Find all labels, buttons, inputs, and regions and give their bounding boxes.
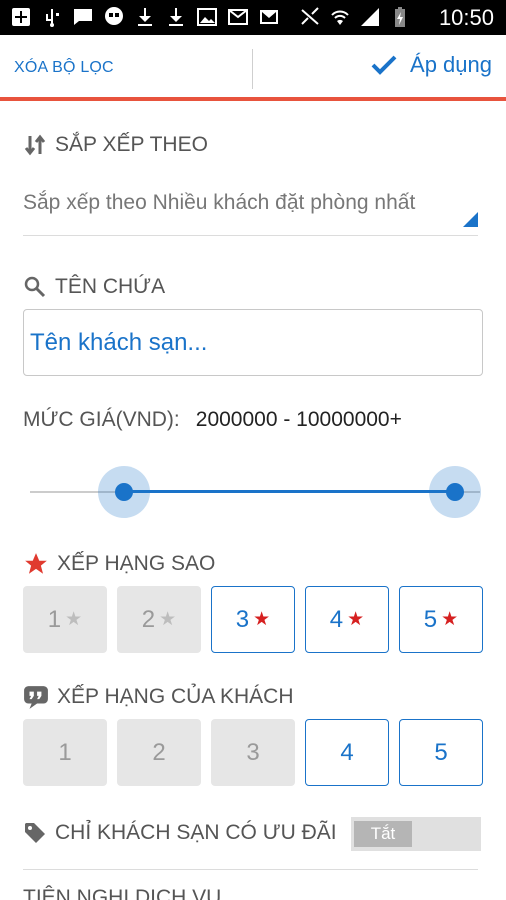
star-icon: ★ xyxy=(441,609,459,630)
guest-rating-option-1[interactable]: 1 xyxy=(23,719,107,786)
name-section-title: TÊN CHỨA xyxy=(23,275,165,299)
wifi-icon xyxy=(331,10,349,25)
rating-option-label: 4 xyxy=(329,605,344,633)
deals-only-toggle[interactable]: Tắt xyxy=(351,817,481,851)
price-row: MỨC GIÁ(VND): 2000000 - 10000000+ xyxy=(23,408,402,432)
header-accent-line xyxy=(0,97,506,101)
star-rating-option-1[interactable]: 1 ★ xyxy=(23,586,107,653)
dropdown-triangle-icon xyxy=(463,212,478,227)
name-title-label: TÊN CHỨA xyxy=(55,275,166,298)
star-rating-title-label: XẾP HẠNG SAO xyxy=(57,552,216,575)
star-rating-option-2[interactable]: 2 ★ xyxy=(117,586,201,653)
section-divider xyxy=(23,869,478,870)
star-rating-option-4[interactable]: 4 ★ xyxy=(305,586,389,653)
rating-option-label: 2 xyxy=(141,605,156,633)
gmail-icon xyxy=(260,10,278,24)
guest-rating-buttons: 1 2 3 4 5 xyxy=(23,719,483,786)
slider-min-handle[interactable] xyxy=(98,466,150,518)
deals-title-label: CHỈ KHÁCH SẠN CÓ ƯU ĐÃI xyxy=(55,821,337,844)
add-box-icon xyxy=(12,8,30,26)
signal-icon xyxy=(361,8,379,26)
rating-option-label: 3 xyxy=(235,605,250,633)
rating-option-label: 4 xyxy=(340,738,354,766)
sort-section-title: SẮP XẾP THEO xyxy=(23,133,208,157)
rating-option-label: 1 xyxy=(58,738,72,766)
status-bar: 10:50 xyxy=(0,0,506,35)
download-icon xyxy=(169,8,183,26)
star-icon xyxy=(25,553,47,574)
image-icon xyxy=(197,8,217,26)
star-rating-buttons: 1 ★ 2 ★ 3 ★ 4 ★ 5 ★ xyxy=(23,586,483,653)
price-label: MỨC GIÁ(VND): xyxy=(23,408,180,431)
amenities-section-title: TIỆN NGHI DỊCH VỤ xyxy=(23,886,222,900)
price-range-value: 2000000 - 10000000+ xyxy=(195,408,402,431)
quote-bubble-icon xyxy=(24,686,48,709)
hotel-name-input[interactable] xyxy=(23,309,483,376)
guest-rating-option-5[interactable]: 5 xyxy=(399,719,483,786)
usb-icon xyxy=(46,9,59,27)
rating-option-label: 1 xyxy=(47,605,62,633)
download-icon xyxy=(138,8,152,26)
star-icon: ★ xyxy=(347,609,365,630)
checkmark-icon xyxy=(371,55,397,75)
star-rating-option-5[interactable]: 5 ★ xyxy=(399,586,483,653)
message-icon xyxy=(74,9,92,25)
deals-section-title: CHỈ KHÁCH SẠN CÓ ƯU ĐÃI xyxy=(23,821,337,845)
clear-filter-button[interactable]: XÓA BỘ LỌC xyxy=(14,59,114,77)
action-divider xyxy=(252,49,253,89)
hangouts-icon xyxy=(105,7,123,25)
voicemail-mail-icon xyxy=(228,9,248,25)
guest-rating-section-title: XẾP HẠNG CỦA KHÁCH xyxy=(23,684,294,710)
star-icon: ★ xyxy=(65,609,83,630)
apply-label: Áp dụng xyxy=(410,52,492,77)
star-icon: ★ xyxy=(253,609,271,630)
rating-option-label: 3 xyxy=(246,738,260,766)
sort-title-label: SẮP XẾP THEO xyxy=(55,133,208,156)
price-range-slider[interactable] xyxy=(30,465,481,519)
guest-rating-option-4[interactable]: 4 xyxy=(305,719,389,786)
slider-max-handle[interactable] xyxy=(429,466,481,518)
guest-rating-title-label: XẾP HẠNG CỦA KHÁCH xyxy=(57,685,294,708)
filter-action-bar: XÓA BỘ LỌC Áp dụng xyxy=(0,35,506,99)
system-icons xyxy=(299,6,411,28)
battery-icon xyxy=(395,7,405,27)
tag-icon xyxy=(25,823,45,843)
clock: 10:50 xyxy=(438,5,494,30)
notification-icons xyxy=(10,6,280,28)
rating-option-label: 5 xyxy=(423,605,438,633)
guest-rating-option-3[interactable]: 3 xyxy=(211,719,295,786)
sort-arrows-icon xyxy=(24,134,46,156)
star-icon: ★ xyxy=(159,609,177,630)
search-icon xyxy=(24,276,46,298)
sort-select[interactable]: Sắp xếp theo Nhiều khách đặt phòng nhất xyxy=(23,182,478,236)
star-rating-section-title: XẾP HẠNG SAO xyxy=(23,551,215,577)
rating-option-label: 2 xyxy=(152,738,166,766)
apply-button[interactable]: Áp dụng xyxy=(370,52,492,78)
guest-rating-option-2[interactable]: 2 xyxy=(117,719,201,786)
rating-option-label: 5 xyxy=(434,738,448,766)
nfc-icon xyxy=(301,7,319,25)
sort-selected-value: Sắp xếp theo Nhiều khách đặt phòng nhất xyxy=(23,191,416,214)
slider-selected-range xyxy=(124,490,455,493)
toggle-knob: Tắt xyxy=(354,821,412,847)
star-rating-option-3[interactable]: 3 ★ xyxy=(211,586,295,653)
